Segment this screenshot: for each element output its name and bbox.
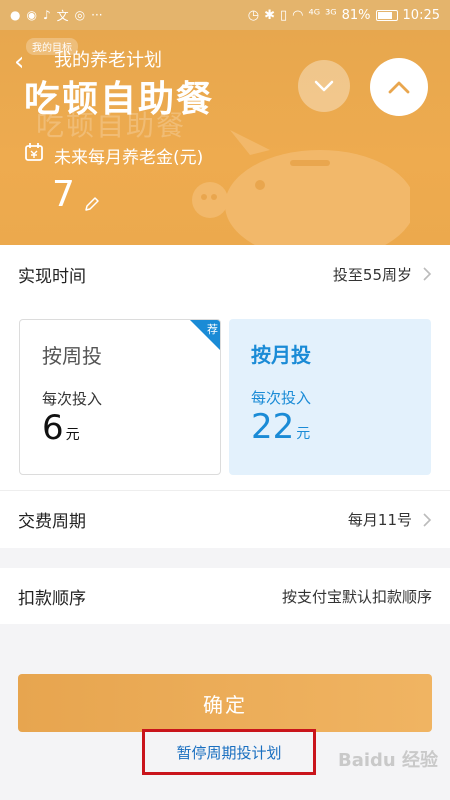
payment-period-value: 每月11号 <box>347 511 412 529</box>
realization-time-row[interactable]: 实现时间 投至55周岁 <box>0 245 450 303</box>
payment-period-label: 交费周期 <box>18 512 86 532</box>
monthly-sub: 每次投入 <box>251 389 312 407</box>
recommend-badge-label: 荐 <box>207 323 218 336</box>
more-icon: ··· <box>91 8 103 22</box>
status-system-icons: ◷ ✱ ▯ ◠ ⁴ᴳ ³ᴳ 81% 10:25 <box>248 8 440 23</box>
realization-time-label: 实现时间 <box>18 266 86 287</box>
monthly-amount: 22 <box>251 407 295 447</box>
weekly-title: 按周投 <box>42 344 102 368</box>
weekly-plan-card[interactable]: 荐 按周投 每次投入 6元 <box>19 319 221 475</box>
status-notification-icons: ● ◉ ♪ 文 ◎ ··· <box>10 7 103 24</box>
deduction-order-row: 扣款顺序 按支付宝默认扣款顺序 <box>0 568 450 624</box>
weekly-amount-group: 6元 <box>42 408 80 448</box>
wifi-icon: ◠ <box>292 7 304 23</box>
chevron-right-icon <box>423 267 432 281</box>
bluetooth-icon: ✱ <box>264 7 275 23</box>
pension-value: 7 <box>52 174 75 215</box>
pension-label: 未来每月养老金(元) <box>54 148 204 168</box>
chevron-right-icon <box>423 512 432 527</box>
deduction-order-label: 扣款顺序 <box>18 588 86 609</box>
payment-period-row[interactable]: 交费周期 每月11号 <box>0 490 450 548</box>
edit-icon[interactable] <box>84 196 100 212</box>
app-icon: ◎ <box>74 8 86 22</box>
signal-4g-icon: ⁴ᴳ <box>308 7 321 23</box>
weekly-unit: 元 <box>65 427 80 443</box>
clock: 10:25 <box>402 7 440 23</box>
vibrate-icon: ▯ <box>280 7 288 23</box>
calendar-icon <box>25 143 43 161</box>
pause-plan-link[interactable]: 暂停周期投计划 <box>142 729 316 775</box>
status-bar: ● ◉ ♪ 文 ◎ ··· ◷ ✱ ▯ ◠ ⁴ᴳ ³ᴳ 81% 10:25 <box>0 0 450 30</box>
wechat-icon: ● <box>10 8 21 22</box>
battery-icon <box>375 9 398 21</box>
monthly-title: 按月投 <box>251 343 311 367</box>
monthly-amount-group: 22 元 <box>251 407 310 447</box>
signal-3g-icon: ³ᴳ <box>325 7 337 23</box>
frequency-cards: 荐 按周投 每次投入 6元 按月投 每次投入 22 元 <box>0 303 450 490</box>
chevron-up-icon <box>388 81 410 93</box>
collapse-button[interactable] <box>298 60 350 112</box>
message-icon: ◉ <box>26 8 37 22</box>
nav-title: 我的养老计划 <box>54 50 162 71</box>
translate-icon: 文 <box>56 8 69 23</box>
weekly-sub: 每次投入 <box>42 390 103 408</box>
confirm-button[interactable]: 确定 <box>18 674 432 732</box>
goal-title: 吃顿自助餐 <box>24 79 215 120</box>
watermark-logo: Baidu 经验 <box>337 750 438 771</box>
battery-percent: 81% <box>341 7 371 23</box>
chevron-down-icon <box>314 80 334 92</box>
expand-button[interactable] <box>370 58 428 116</box>
pause-plan-label: 暂停周期投计划 <box>176 743 282 762</box>
monthly-plan-card[interactable]: 按月投 每次投入 22 元 <box>229 319 431 475</box>
tiktok-icon: ♪ <box>42 8 51 22</box>
deduction-order-value: 按支付宝默认扣款顺序 <box>281 587 432 606</box>
realization-time-value: 投至55周岁 <box>332 265 412 284</box>
alarm-icon: ◷ <box>247 7 260 23</box>
weekly-amount: 6 <box>42 408 64 448</box>
piggy-bank-icon <box>192 130 410 245</box>
goal-header: 我的目标 ‹ 我的养老计划 吃顿自助餐 吃顿自助餐 未来每月养老金(元) 7 <box>0 30 450 245</box>
monthly-unit: 元 <box>296 426 311 442</box>
